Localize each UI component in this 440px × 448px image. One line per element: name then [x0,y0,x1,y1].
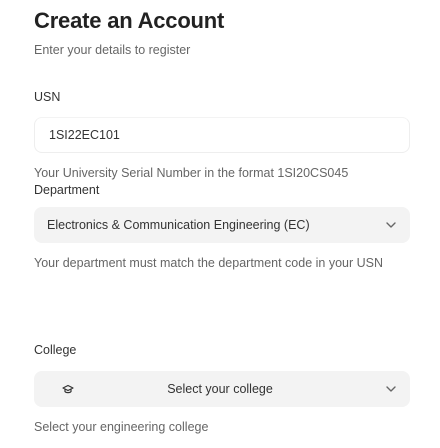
college-label: College [34,343,77,357]
department-helper-text: Your department must match the departmen… [34,256,384,270]
chevron-down-icon [386,222,396,228]
college-helper-text: Select your engineering college [34,420,209,434]
usn-label: USN [34,90,61,104]
college-placeholder: Select your college [167,382,273,396]
page-title: Create an Account [34,8,225,33]
department-label: Department [34,183,100,197]
department-selected-value: Electronics & Communication Engineering … [47,218,310,232]
department-select[interactable]: Electronics & Communication Engineering … [34,207,410,243]
page-subtitle: Enter your details to register [34,43,191,57]
college-select[interactable]: Select your college [34,371,410,407]
usn-helper-text: Your University Serial Number in the for… [34,166,349,180]
usn-input-value: 1SI22EC101 [49,128,120,142]
chevron-down-icon [386,386,396,392]
registration-form: Create an Account Enter your details to … [0,0,440,448]
usn-input[interactable]: 1SI22EC101 [34,117,410,153]
